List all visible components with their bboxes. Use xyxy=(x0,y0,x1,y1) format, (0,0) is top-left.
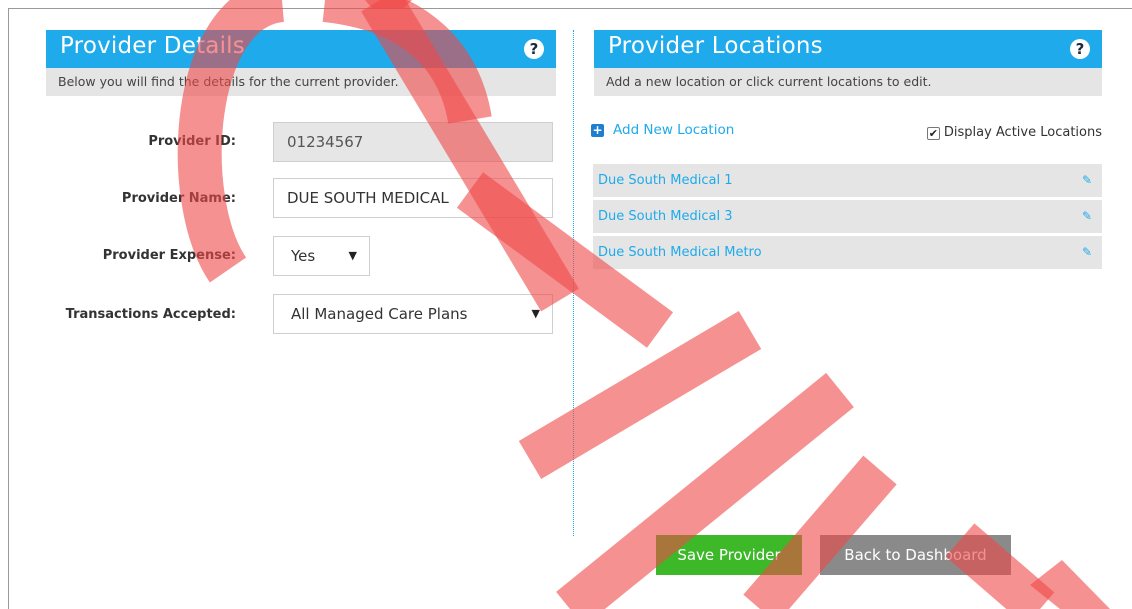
location-name: Due South Medical 1 xyxy=(598,173,733,188)
provider-expense-value: Yes xyxy=(291,247,316,265)
watermark-fragment-top xyxy=(365,0,412,8)
location-name: Due South Medical Metro xyxy=(598,245,762,260)
caret-down-icon: ▼ xyxy=(531,307,540,320)
add-new-location-label: Add New Location xyxy=(613,122,735,138)
save-provider-button[interactable]: Save Provider xyxy=(656,535,802,575)
column-divider xyxy=(573,30,574,536)
provider-id-field: 01234567 xyxy=(273,122,553,162)
provider-locations-subtitle: Add a new location or click current loca… xyxy=(594,68,1102,96)
transactions-accepted-label: Transactions Accepted: xyxy=(65,307,236,322)
location-row[interactable]: Due South Medical Metro ✎ xyxy=(593,236,1102,269)
edit-icon[interactable]: ✎ xyxy=(1082,164,1092,197)
location-name: Due South Medical 3 xyxy=(598,209,733,224)
provider-name-label: Provider Name: xyxy=(121,191,236,206)
add-new-location-link[interactable]: + Add New Location xyxy=(591,122,734,138)
caret-down-icon: ▼ xyxy=(348,249,357,262)
edit-icon[interactable]: ✎ xyxy=(1082,200,1092,233)
display-active-locations-label: Display Active Locations xyxy=(943,125,1102,140)
location-row[interactable]: Due South Medical 3 ✎ xyxy=(593,200,1102,233)
provider-locations-title: Provider Locations xyxy=(608,33,823,59)
provider-name-input[interactable]: DUE SOUTH MEDICAL xyxy=(273,178,553,218)
provider-locations-header: Provider Locations ? xyxy=(594,30,1102,68)
edit-icon[interactable]: ✎ xyxy=(1082,236,1092,269)
question-circle-icon[interactable]: ? xyxy=(1070,39,1090,59)
transactions-accepted-select[interactable]: All Managed Care Plans ▼ xyxy=(273,294,553,334)
plus-square-icon: + xyxy=(591,123,604,137)
provider-details-subtitle: Below you will find the details for the … xyxy=(46,68,556,96)
back-to-dashboard-button[interactable]: Back to Dashboard xyxy=(820,535,1011,575)
provider-expense-select[interactable]: Yes ▼ xyxy=(273,236,370,276)
provider-details-title: Provider Details xyxy=(60,33,245,59)
display-active-locations-checkbox[interactable]: ✔ Display Active Locations xyxy=(926,125,1102,140)
provider-id-label: Provider ID: xyxy=(148,134,236,149)
provider-expense-label: Provider Expense: xyxy=(102,248,236,263)
question-circle-icon[interactable]: ? xyxy=(524,39,544,59)
location-row[interactable]: Due South Medical 1 ✎ xyxy=(593,164,1102,197)
transactions-accepted-value: All Managed Care Plans xyxy=(291,305,468,323)
checkbox-checked-icon[interactable]: ✔ xyxy=(926,127,940,140)
provider-details-header: Provider Details ? xyxy=(46,30,556,68)
